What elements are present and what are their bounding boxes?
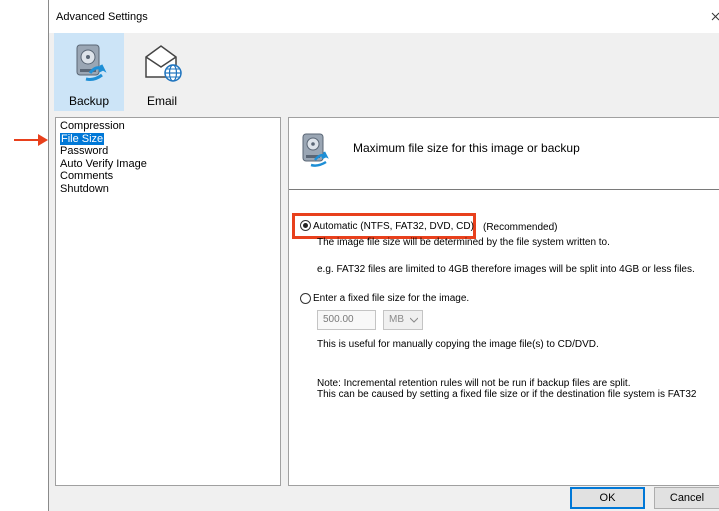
automatic-label[interactable]: Automatic (NTFS, FAT32, DVD, CD) (313, 221, 474, 232)
advanced-settings-dialog: Advanced Settings Backup Email Compressi… (48, 0, 719, 511)
backup-disk-icon (302, 133, 329, 167)
settings-category-list: Compression File Size Password Auto Veri… (55, 117, 281, 486)
toolbar-email-button[interactable]: Email (127, 33, 197, 111)
chevron-down-icon (410, 317, 418, 323)
sidebar-item-compression[interactable]: Compression (60, 120, 280, 133)
note-line-2: This can be caused by setting a fixed fi… (317, 389, 697, 400)
window-title: Advanced Settings (56, 11, 148, 23)
panel-header: Maximum file size for this image or back… (353, 141, 580, 155)
recommended-label: (Recommended) (483, 222, 558, 233)
sidebar-item-shutdown[interactable]: Shutdown (60, 183, 280, 196)
fixed-size-description: This is useful for manually copying the … (317, 339, 599, 350)
title-bar: Advanced Settings (49, 0, 719, 33)
size-unit-select[interactable]: MB (383, 310, 423, 330)
note-line-1: Note: Incremental retention rules will n… (317, 378, 631, 389)
file-size-panel: Maximum file size for this image or back… (288, 117, 719, 486)
toolbar-backup-label: Backup (68, 94, 110, 108)
toolbar-email-label: Email (146, 94, 177, 108)
annotation-arrow-icon (14, 134, 48, 146)
sidebar-item-comments[interactable]: Comments (60, 170, 280, 183)
automatic-description: The image file size will be determined b… (317, 237, 610, 248)
toolbar-backup-button[interactable]: Backup (54, 33, 124, 111)
email-globe-icon (145, 45, 182, 82)
cancel-button[interactable]: Cancel (654, 487, 719, 509)
automatic-example: e.g. FAT32 files are limited to 4GB ther… (317, 264, 695, 275)
automatic-radio[interactable] (300, 220, 311, 231)
size-unit-value: MB (389, 314, 404, 325)
close-icon[interactable] (709, 8, 719, 24)
fixed-size-input[interactable]: 500.00 (317, 310, 376, 330)
header-divider (289, 189, 719, 190)
sidebar-item-file-size[interactable]: File Size (60, 132, 105, 145)
sidebar-item-password[interactable]: Password (60, 145, 280, 158)
backup-disk-icon (76, 44, 107, 81)
toolbar: Backup Email (49, 33, 719, 111)
sidebar-item-auto-verify-image[interactable]: Auto Verify Image (60, 158, 280, 171)
fixed-size-radio[interactable] (300, 293, 311, 304)
fixed-size-label[interactable]: Enter a fixed file size for the image. (313, 293, 469, 304)
ok-button[interactable]: OK (570, 487, 645, 509)
